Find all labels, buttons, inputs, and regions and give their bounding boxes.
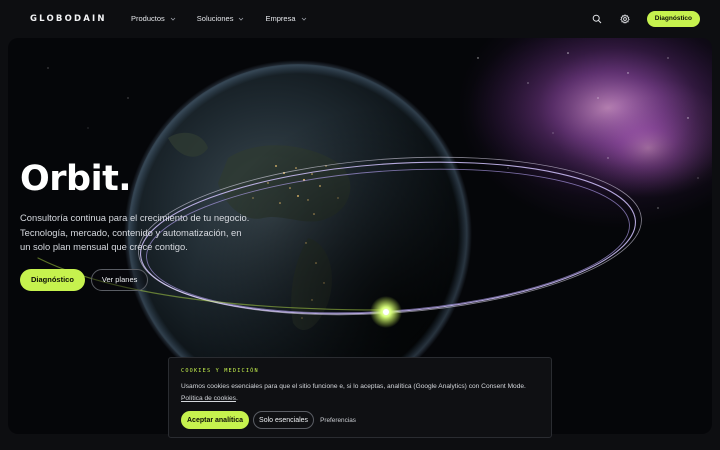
chevron-down-icon (301, 17, 306, 21)
hero-content: Orbit. Consultoría continua para el crec… (20, 162, 260, 291)
preferences-link[interactable]: Preferencias (320, 417, 356, 424)
hero-buttons: Diagnóstico Ver planes (20, 268, 260, 291)
cookie-policy-link[interactable]: Política de cookies (181, 395, 236, 402)
hero-description: Consultoría continua para el crecimiento… (20, 211, 260, 255)
menu-item-empresa[interactable]: Empresa (265, 14, 306, 23)
cookie-banner: COOKIES Y MEDICIÓN Usamos cookies esenci… (168, 357, 552, 438)
cookie-text-body: Usamos cookies esenciales para que el si… (181, 383, 526, 390)
accept-analytics-button[interactable]: Aceptar analítica (181, 411, 250, 429)
menu-item-label: Empresa (265, 14, 296, 23)
hero-description-line: Tecnología, mercado, contenido y automat… (20, 226, 242, 238)
settings-button[interactable] (619, 13, 631, 25)
menu-item-productos[interactable]: Productos (131, 14, 176, 23)
cookie-text-period: . (235, 395, 238, 402)
essential-only-button[interactable]: Solo esenciales (253, 411, 315, 429)
menu-item-label: Soluciones (196, 14, 234, 23)
brand-logo[interactable]: GLOBODAIN (30, 14, 131, 24)
search-button[interactable] (591, 13, 603, 25)
menu-item-label: Productos (131, 14, 165, 23)
ver-planes-button[interactable]: Ver planes (90, 268, 149, 291)
hero-title: Orbit. (20, 159, 132, 199)
cookie-actions: Aceptar analítica Solo esenciales Prefer… (181, 411, 539, 429)
diagnostico-nav-button[interactable]: Diagnóstico (646, 10, 700, 27)
top-navbar: GLOBODAIN Productos Soluciones Empresa D… (0, 0, 720, 37)
gear-icon (619, 13, 630, 24)
cookie-text: Usamos cookies esenciales para que el si… (181, 381, 541, 405)
chevron-down-icon (239, 17, 244, 21)
chevron-down-icon (170, 17, 176, 21)
diagnostico-button[interactable]: Diagnóstico (20, 268, 85, 291)
hero-description-line: un solo plan mensual que crece contigo. (20, 241, 188, 252)
menu-item-soluciones[interactable]: Soluciones (197, 14, 245, 23)
cookie-heading: COOKIES Y MEDICIÓN (181, 368, 259, 374)
search-icon (592, 14, 602, 23)
main-menu: Productos Soluciones Empresa (131, 14, 328, 23)
nav-actions: Diagnóstico (591, 10, 700, 27)
hero-description-line: Consultoría continua para el crecimiento… (20, 212, 250, 223)
